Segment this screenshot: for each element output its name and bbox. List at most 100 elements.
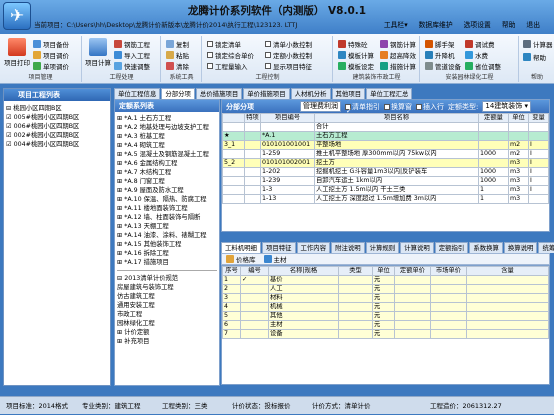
rebar-calc-button[interactable]: 钢筋计算	[380, 39, 416, 49]
formwork-setting-button[interactable]: 模板设定	[338, 61, 374, 71]
single-adjust-button[interactable]: 单项调价	[33, 61, 69, 71]
quota-type-select[interactable]: 14建筑装饰 ▾	[482, 101, 532, 112]
table-row[interactable]: 1-239 自卸汽车运土 1km以内 1000 m3 Ⅰ	[222, 176, 549, 186]
quota-node[interactable]: ⊞ *A.12 墙、柱面装饰与隔断	[117, 213, 217, 222]
show-feature-checkbox[interactable]: 显示项目特征	[265, 61, 312, 71]
table-row[interactable]: 1-3 人工挖土方 1.5m以内 干土三类 1 m3 Ⅰ	[222, 185, 549, 195]
tab-notes[interactable]: 附注说明	[331, 242, 365, 253]
tab-resource-analysis[interactable]: 人材机分析	[290, 88, 331, 99]
table-row[interactable]: 7 设备元	[222, 329, 549, 339]
lock-unit-price-checkbox[interactable]: 锁定综合单价	[207, 50, 254, 60]
tab-resource-detail[interactable]: 工料机明细	[221, 242, 261, 253]
table-row[interactable]: 合计	[222, 122, 549, 132]
tab-sub-items[interactable]: 分部分项	[161, 88, 195, 99]
tab-total-measures[interactable]: 总价措施项目	[195, 88, 243, 99]
tab-quota-guide[interactable]: 定额指引	[434, 242, 469, 253]
quota-node[interactable]: ⊞ *A.10 保温、隔热、防腐工程	[117, 195, 217, 204]
import-project-button[interactable]: 导入工程	[114, 50, 150, 60]
project-backup-button[interactable]: 项目备份	[33, 39, 69, 49]
quota-node[interactable]: ⊞ *A.2 地基处理与边坡支护工程	[117, 123, 217, 132]
price-library-button[interactable]: 价格库	[226, 254, 256, 264]
tab-other-items[interactable]: 其他项目	[331, 88, 366, 99]
measure-calc-button[interactable]: 措施计算	[380, 61, 416, 71]
menu-exit[interactable]: 退出	[526, 19, 540, 29]
bill-guide-checkbox[interactable]: ✓ 清单指引	[345, 101, 380, 115]
paste-button[interactable]: 粘贴	[166, 50, 189, 60]
rebar-project-button[interactable]: 钢筋工程	[114, 39, 150, 49]
spec-node[interactable]: 园林绿化工程	[117, 319, 217, 328]
quota-node[interactable]: ⊞ *A.11 楼地面装饰工程	[117, 204, 217, 213]
scaffold-button[interactable]: 脚手架	[425, 39, 455, 49]
table-row[interactable]: 1-13 人工挖土方 深度超过 1.5m增加费 3m以内 1 m3	[222, 194, 549, 204]
project-print-button[interactable]: 项目打印	[3, 38, 31, 67]
menu-help[interactable]: 帮助	[502, 19, 516, 29]
quota-node[interactable]: ⊞ *A.5 混凝土及钢筋混凝土工程	[117, 150, 217, 159]
tree-node-root[interactable]: ⊟ 桃园小区四期B区	[6, 104, 108, 113]
insert-row-checkbox[interactable]: 插入行	[416, 101, 444, 113]
menu-toolbar[interactable]: 工具栏▾	[384, 19, 408, 29]
height-adjust-button[interactable]: 超高降效	[380, 50, 416, 60]
quota-node[interactable]: ⊞ *A.3 桩基工程	[117, 132, 217, 141]
tab-work-content[interactable]: 工作内容	[296, 242, 331, 253]
quota-node[interactable]: ⊞ *A.17 措施项目	[117, 258, 217, 267]
quota-node[interactable]: ⊞ *A.9 屋面及防水工程	[117, 186, 217, 195]
table-row[interactable]: 1 ✓ 基价元	[222, 275, 549, 285]
tab-conversion-notes[interactable]: 换算说明	[503, 242, 538, 253]
tab-calc-rules[interactable]: 计算规则	[365, 242, 400, 253]
table-row[interactable]: ★ *A.1 土石方工程	[222, 131, 549, 141]
table-row[interactable]: 3_1 010101001001 平整场地 m2 Ⅰ	[222, 140, 549, 150]
table-row[interactable]: 5 其他元	[222, 311, 549, 321]
project-calc-button[interactable]: 项目计算	[84, 38, 112, 67]
tab-unit-info[interactable]: 单位工程信息	[114, 88, 161, 99]
special-concrete-button[interactable]: 特殊砼	[338, 39, 368, 49]
menu-database[interactable]: 数据库维护	[419, 19, 453, 29]
spec-node[interactable]: ⊞ 补充项目	[117, 337, 217, 346]
table-row[interactable]: 1-202 挖掘机挖土 G斗容量1m3以内|反铲装车 1000 m3 Ⅰ	[222, 167, 549, 177]
debug-fee-button[interactable]: 调试费	[465, 39, 495, 49]
province-adjust-button[interactable]: 省位调整	[465, 61, 501, 71]
table-row[interactable]: 6 主材元	[222, 320, 549, 330]
quota-node[interactable]: ⊞ *A.14 油漆、涂料、裱糊工程	[117, 231, 217, 240]
tab-calc-notes[interactable]: 计算说明	[400, 242, 434, 253]
table-row[interactable]: 1-259 推土机平整场地 厚300mm以内 75kw以内 1000 m2 Ⅰ	[222, 149, 549, 159]
main-material-button[interactable]: 主材	[263, 254, 287, 264]
quota-node[interactable]: ⊞ *A.7 木结构工程	[117, 168, 217, 177]
spec-node[interactable]: ⊞ 计价定额	[117, 328, 217, 337]
quantity-input-checkbox[interactable]: 工程量输入	[207, 61, 248, 71]
pipe-equipment-button[interactable]: 管道设备	[425, 61, 461, 71]
spec-node[interactable]: 房屋建筑与装饰工程	[117, 283, 217, 292]
quota-node[interactable]: ⊞ *A.4 砌筑工程	[117, 141, 217, 150]
tree-node-project[interactable]: ☑ 002#桃园小区四期B区	[6, 131, 108, 140]
quota-node[interactable]: ⊞ *A.15 其他装饰工程	[117, 240, 217, 249]
help-button[interactable]: 帮助	[523, 52, 546, 62]
spec-node[interactable]: ⊟ 2013清单计价规范	[117, 274, 217, 283]
table-row[interactable]: 2 人工元	[222, 284, 549, 294]
spec-node[interactable]: 仿古建筑工程	[117, 292, 217, 301]
quick-adjust-button[interactable]: 快速调整	[114, 61, 150, 71]
spec-node[interactable]: 通用安装工程	[117, 301, 217, 310]
quota-node[interactable]: ⊞ *A.13 天棚工程	[117, 222, 217, 231]
quota-node[interactable]: ⊞ *A.8 门窗工程	[117, 177, 217, 186]
table-row[interactable]: 4 机械元	[222, 302, 549, 312]
conversion-window-checkbox[interactable]: 换算窗	[384, 101, 412, 113]
table-row[interactable]: 3 材料元	[222, 293, 549, 303]
quota-node[interactable]: ⊞ *A.1 土石方工程	[117, 114, 217, 123]
quota-node[interactable]: ⊞ *A.6 金属结构工程	[117, 159, 217, 168]
tab-item-feature[interactable]: 项目特征	[261, 242, 296, 253]
formwork-calc-button[interactable]: 模板计算	[338, 50, 374, 60]
quota-decimal-checkbox[interactable]: 定额小数控制	[265, 50, 312, 60]
copy-button[interactable]: 复制	[166, 39, 189, 49]
tab-coefficient[interactable]: 系数换算	[469, 242, 503, 253]
quota-node[interactable]: ⊞ *A.16 拆除工程	[117, 249, 217, 258]
tree-node-project[interactable]: ☑ 006#桃园小区四期B区	[6, 122, 108, 131]
tab-overall-calc[interactable]: 统筹法计算	[538, 242, 554, 253]
project-adjust-button[interactable]: 项目调价	[33, 50, 69, 60]
tree-node-project[interactable]: ☑ 004#桃园小区四期B区	[6, 140, 108, 149]
table-row[interactable]: 5_2 010101002001 挖土方 m3 Ⅰ	[222, 158, 549, 168]
management-fee-button[interactable]: 管理费利润	[300, 101, 341, 112]
menu-options[interactable]: 选项设置	[464, 19, 491, 29]
lock-bill-checkbox[interactable]: 锁定清单	[207, 39, 241, 49]
bill-decimal-checkbox[interactable]: 清单小数控制	[265, 39, 312, 49]
elevator-button[interactable]: 升降机	[425, 50, 455, 60]
spec-node[interactable]: 市政工程	[117, 310, 217, 319]
